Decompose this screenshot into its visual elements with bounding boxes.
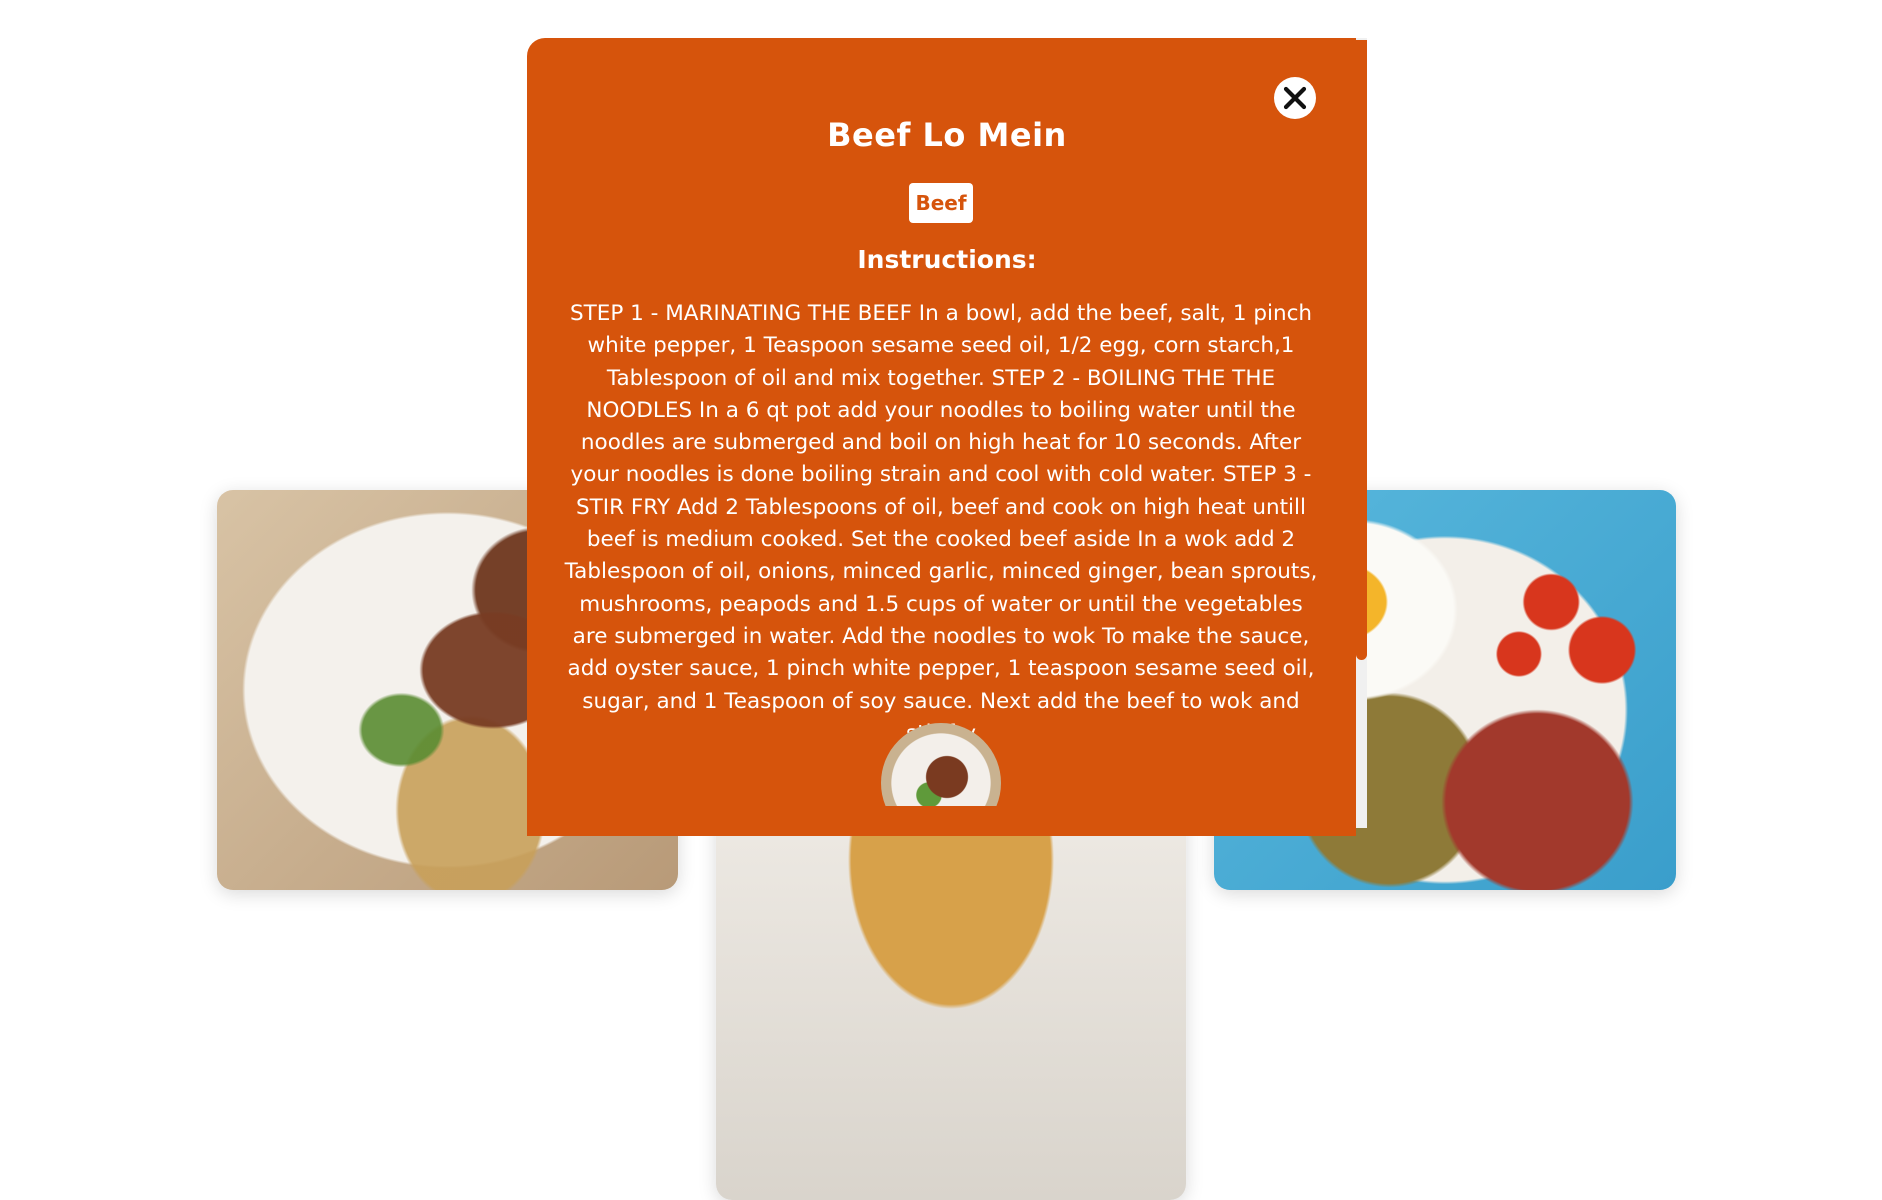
- close-icon: [1283, 86, 1307, 110]
- recipe-title: Beef Lo Mein: [827, 116, 1067, 154]
- instructions-heading: Instructions:: [857, 245, 1037, 274]
- close-button[interactable]: [1274, 77, 1316, 119]
- recipe-image: [716, 800, 1186, 1200]
- modal-footer-mask: [527, 806, 1356, 836]
- recipe-card[interactable]: [716, 800, 1186, 1200]
- modal-scrollbar-thumb[interactable]: [1356, 40, 1367, 660]
- recipe-modal: Beef Lo Mein Beef Instructions: STEP 1 -…: [527, 38, 1367, 828]
- instructions-text: STEP 1 - MARINATING THE BEEF In a bowl, …: [564, 301, 1318, 746]
- category-badge: Beef: [909, 183, 973, 223]
